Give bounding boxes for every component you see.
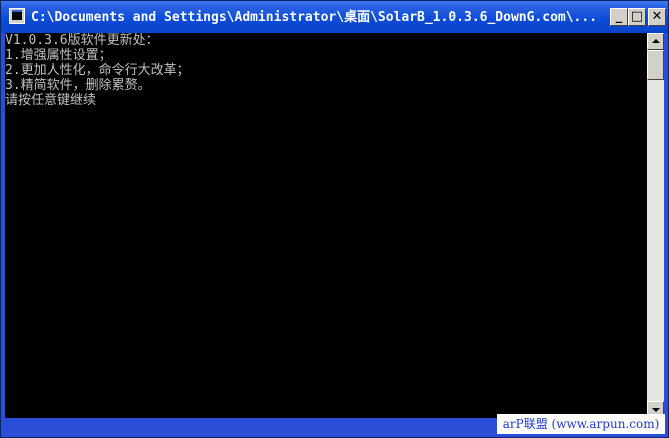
vertical-scrollbar[interactable]: [647, 33, 664, 418]
window-title: C:\Documents and Settings\Administrator\…: [31, 10, 598, 25]
close-button[interactable]: ✕: [648, 8, 666, 26]
arrow-down-icon: [652, 408, 660, 412]
console-line: V1.0.3.6版软件更新处：: [5, 33, 159, 48]
console-line: 2.更加人性化，命令行大改革；: [5, 63, 190, 78]
console-line: 1.增强属性设置；: [5, 48, 112, 63]
scroll-thumb[interactable]: [647, 50, 664, 80]
maximize-button[interactable]: □: [628, 8, 646, 26]
console-line: 3.精简软件，删除累赘。: [5, 78, 151, 93]
console-app-icon[interactable]: [9, 8, 25, 24]
arrow-up-icon: [652, 39, 660, 43]
title-bar[interactable]: C:\Documents and Settings\Administrator\…: [1, 1, 668, 33]
scroll-up-button[interactable]: [647, 33, 664, 50]
console-line: 请按任意键继续: [5, 93, 97, 108]
console-window: C:\Documents and Settings\Administrator\…: [0, 0, 669, 438]
console-output[interactable]: V1.0.3.6版软件更新处： 1.增强属性设置； 2.更加人性化，命令行大改革…: [5, 33, 647, 418]
watermark: arP联盟 (www.arpun.com): [497, 414, 665, 434]
minimize-button[interactable]: _: [610, 8, 628, 26]
